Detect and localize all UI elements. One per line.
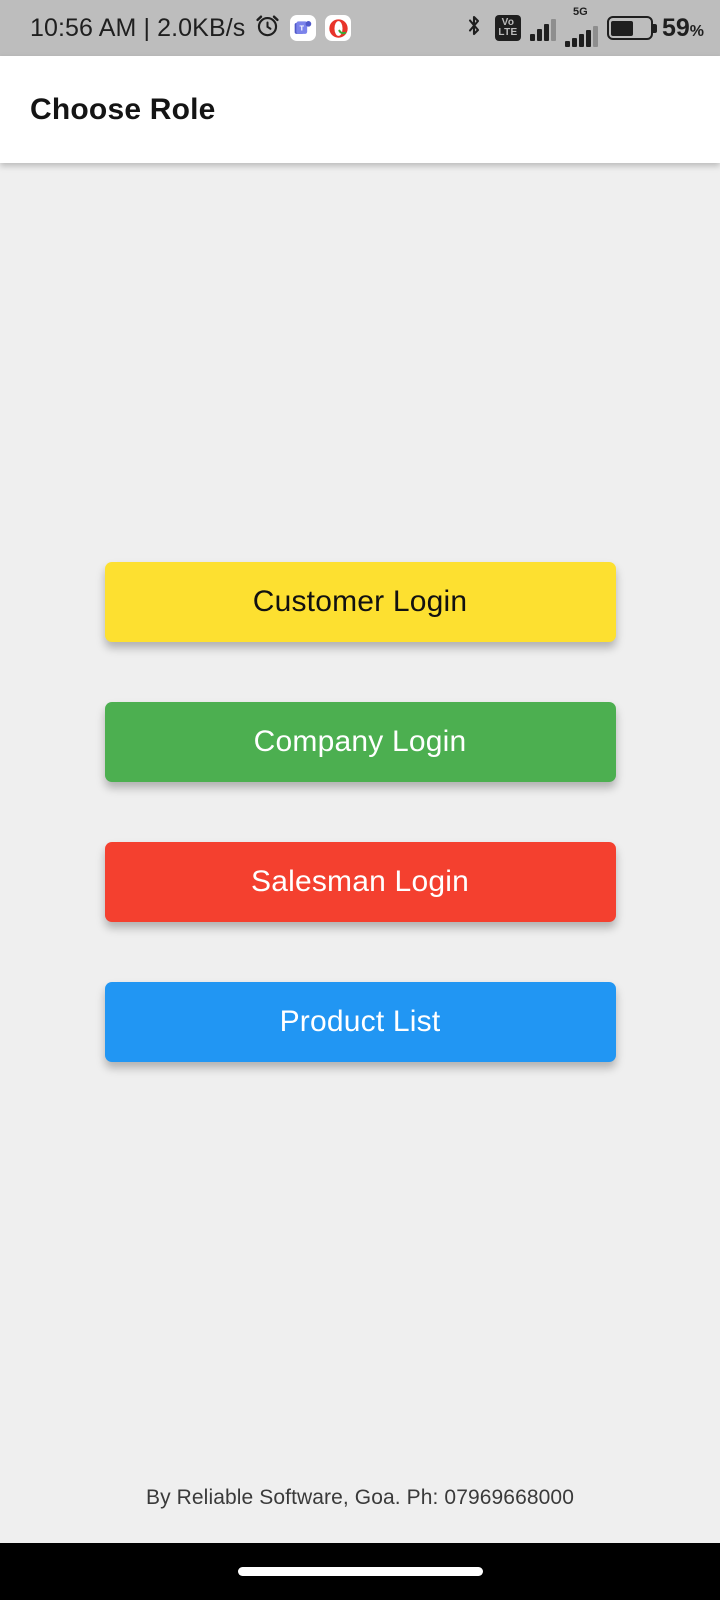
volte-bottom-label: LTE bbox=[498, 27, 518, 38]
main-content: Customer Login Company Login Salesman Lo… bbox=[0, 163, 720, 1543]
battery-percent-label: 59% bbox=[662, 14, 704, 43]
role-button-salesman-login[interactable]: Salesman Login bbox=[104, 842, 616, 922]
svg-text:T: T bbox=[300, 24, 305, 33]
signal-bars-sim1-icon bbox=[529, 15, 556, 41]
system-navigation-bar bbox=[0, 1543, 720, 1600]
role-button-customer-login[interactable]: Customer Login bbox=[104, 562, 616, 642]
status-bar: 10:56 AM | 2.0KB/s T Vo LTE 5G 59% bbox=[0, 0, 720, 56]
status-bar-right: Vo LTE 5G 59% bbox=[462, 5, 704, 47]
page-title: Choose Role bbox=[30, 92, 216, 126]
alarm-clock-icon bbox=[254, 12, 281, 44]
battery-icon bbox=[606, 16, 657, 40]
network-type-label: 5G bbox=[572, 5, 588, 18]
role-button-product-list[interactable]: Product List bbox=[104, 982, 616, 1062]
battery-percent-value: 59 bbox=[661, 13, 690, 42]
volte-icon: Vo LTE bbox=[494, 15, 521, 41]
role-button-list: Customer Login Company Login Salesman Lo… bbox=[0, 562, 720, 1062]
bluetooth-icon bbox=[462, 12, 486, 44]
home-indicator[interactable] bbox=[237, 1567, 483, 1576]
footer-credit: By Reliable Software, Goa. Ph: 079696680… bbox=[146, 1486, 574, 1509]
opera-notification-icon bbox=[325, 15, 352, 41]
signal-bars-sim2-icon: 5G bbox=[564, 5, 598, 47]
role-button-company-login[interactable]: Company Login bbox=[104, 702, 616, 782]
teams-notification-icon: T bbox=[290, 15, 317, 41]
app-bar: Choose Role bbox=[0, 56, 720, 163]
battery-percent-suffix: % bbox=[689, 22, 704, 40]
status-clock: 10:56 AM | 2.0KB/s bbox=[30, 13, 246, 42]
phone-screen: 10:56 AM | 2.0KB/s T Vo LTE 5G 59% Choos… bbox=[0, 0, 720, 1600]
status-bar-left: 10:56 AM | 2.0KB/s T bbox=[30, 12, 352, 44]
